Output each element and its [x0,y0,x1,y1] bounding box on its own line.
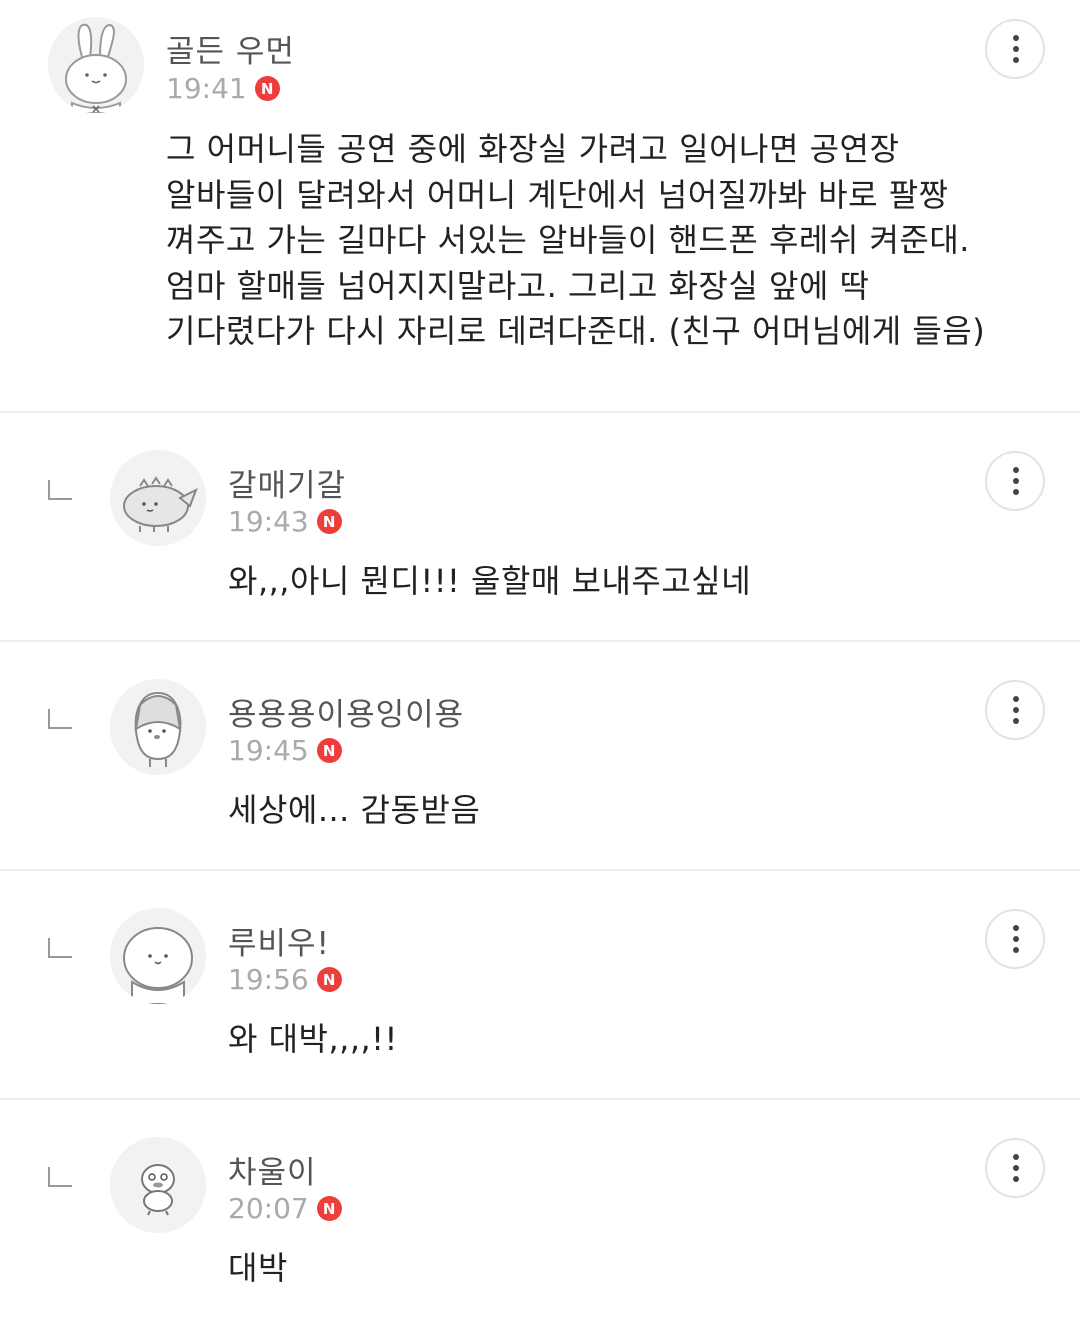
blob-avatar-icon[interactable] [110,908,206,1004]
more-dot [1013,707,1019,713]
reply-item: 갈매기갈 19:43 N 와,,,아니 뭔디!!! 울할매 보내주고싶네 [0,413,1080,640]
more-dot [1013,1154,1019,1160]
more-dot [1013,46,1019,52]
new-badge-icon: N [254,76,280,101]
comment-line: 기다렸다가 다시 자리로 데려다준대. (친구 어머님에게 들음) [166,312,986,350]
bunny-avatar-icon[interactable] [48,17,144,113]
time-text: 20:07 [228,1192,309,1225]
comment-body: 세상에... 감동받음 [228,791,481,829]
comment-body: 대박 [228,1249,288,1287]
comment-author[interactable]: 골든 우먼 [166,26,295,71]
reply-arrow-icon [48,709,72,729]
reply-arrow-icon [48,1167,72,1187]
more-dot [1013,57,1019,63]
more-dot [1013,1176,1019,1182]
new-badge-icon: N [316,967,342,992]
reply-item: 차울이 20:07 N 대박 [0,1100,1080,1319]
comment-time: 19:45 N [228,734,342,767]
comment-body: 와 대박,,,,!! [228,1020,398,1058]
duck-avatar-icon[interactable] [110,1137,206,1233]
more-options-button[interactable] [985,909,1045,969]
comment-time: 19:43 N [228,505,342,538]
comment-time: 20:07 N [228,1192,342,1225]
more-dot [1013,718,1019,724]
comment-author[interactable]: 루비우! [228,918,330,963]
more-dot [1013,35,1019,41]
comment-time: 19:56 N [228,963,342,996]
more-dot [1013,467,1019,473]
more-options-button[interactable] [985,451,1045,511]
more-dot [1013,936,1019,942]
penguin-avatar-icon[interactable] [110,679,206,775]
comment-line: 그 어머니들 공연 중에 화장실 가려고 일어나면 공연장 [166,130,900,168]
comment-line: 엄마 할매들 넘어지지말라고. 그리고 화장실 앞에 딱 [166,266,870,305]
comment-body: 와,,,아니 뭔디!!! 울할매 보내주고싶네 [228,562,752,600]
new-badge-icon: N [316,738,342,763]
time-text: 19:43 [228,505,309,538]
new-badge-icon: N [316,509,342,534]
comment-line: 껴주고 가는 길마다 서있는 알바들이 핸드폰 후레쉬 켜준대. [166,221,970,259]
more-options-button[interactable] [985,1138,1045,1198]
more-dot [1013,925,1019,931]
comment-item: 골든 우먼 19:41 N 그 어머니들 공연 중에 화장실 가려고 일어나면 … [0,0,1080,412]
more-dot [1013,947,1019,953]
more-dot [1013,478,1019,484]
comment-time: 19:41 N [166,72,280,105]
comment-body: 그 어머니들 공연 중에 화장실 가려고 일어나면 공연장 알바들이 달려와서 … [166,127,1046,355]
comment-author[interactable]: 갈매기갈 [228,460,346,505]
more-dot [1013,696,1019,702]
comment-author[interactable]: 용용용이용잉이용 [228,689,464,734]
time-text: 19:45 [228,734,309,767]
more-dot [1013,489,1019,495]
time-text: 19:41 [166,72,247,105]
comment-line: 알바들이 달려와서 어머니 계단에서 넘어질까봐 바로 팔짱 [166,175,949,214]
dinosaur-avatar-icon[interactable] [110,450,206,546]
comment-author[interactable]: 차울이 [228,1147,317,1192]
new-badge-icon: N [316,1196,342,1221]
time-text: 19:56 [228,963,309,996]
reply-item: 루비우! 19:56 N 와 대박,,,,!! [0,871,1080,1098]
reply-arrow-icon [48,480,72,500]
reply-arrow-icon [48,938,72,958]
more-options-button[interactable] [985,680,1045,740]
more-dot [1013,1165,1019,1171]
more-options-button[interactable] [985,19,1045,79]
reply-item: 용용용이용잉이용 19:45 N 세상에... 감동받음 [0,642,1080,869]
